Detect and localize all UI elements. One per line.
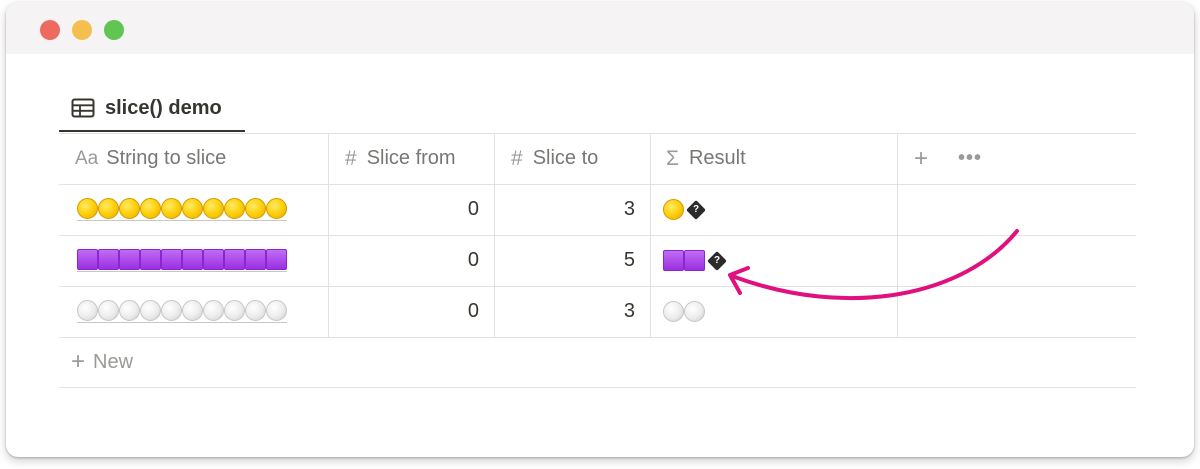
annotation-arrow [728, 229, 1019, 301]
